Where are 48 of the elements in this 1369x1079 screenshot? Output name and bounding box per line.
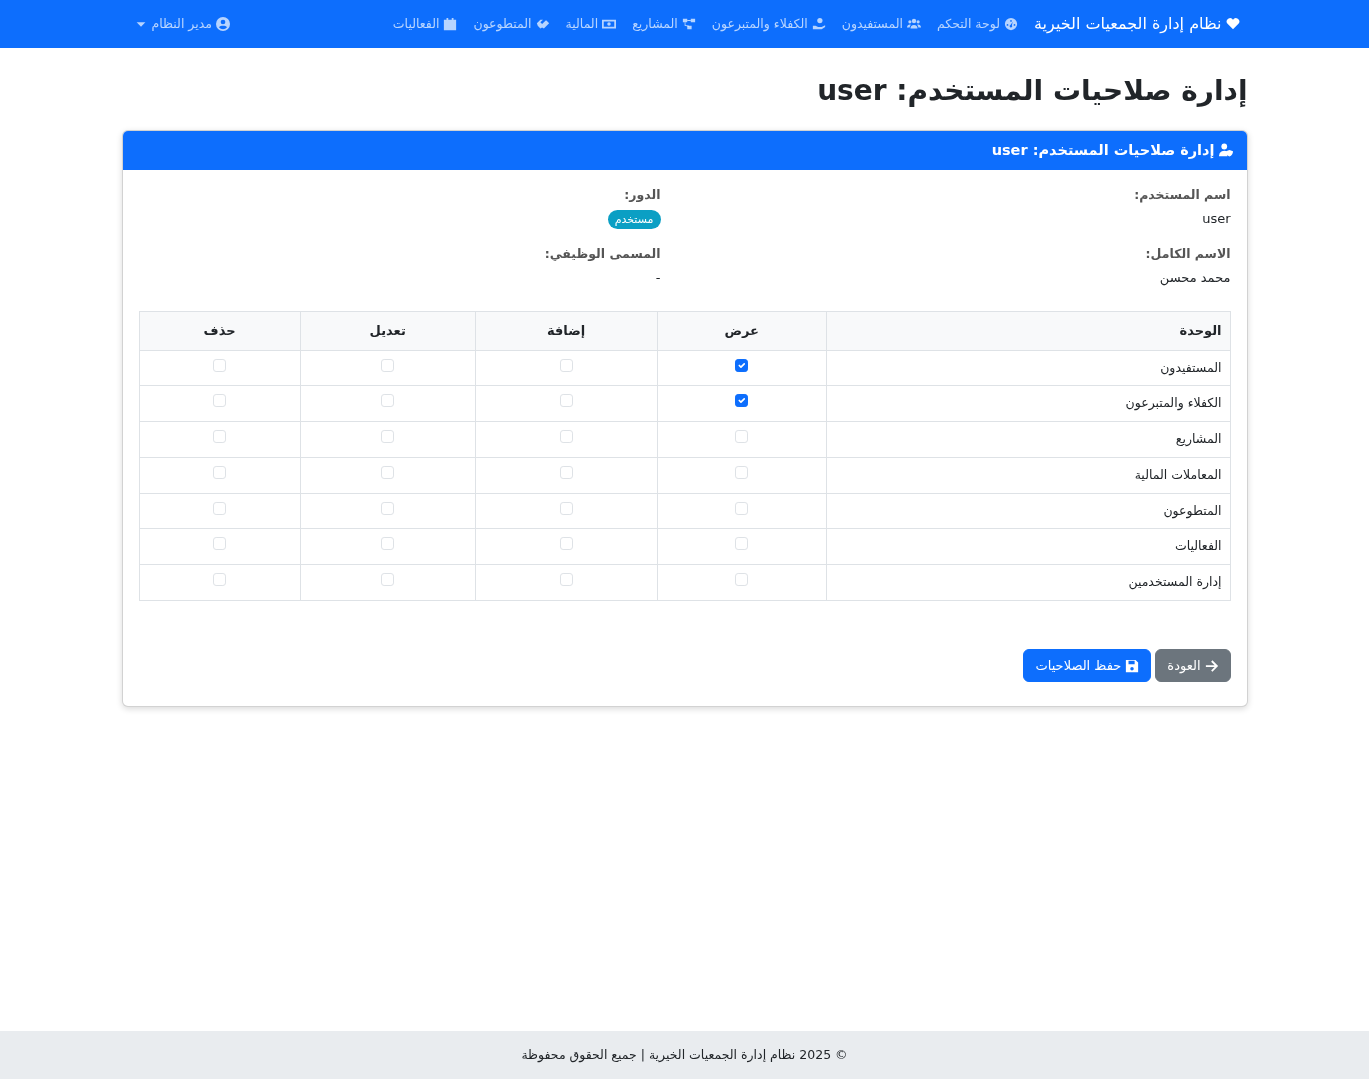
module-name: إدارة المستخدمين: [1128, 574, 1222, 590]
nav-link[interactable]: المستفيدون: [841, 14, 921, 34]
field-value: user: [1202, 210, 1231, 229]
field-label: الاسم الكامل:: [1144, 244, 1231, 263]
nav-link[interactable]: المتطوعون: [473, 14, 550, 34]
field-label: اسم المستخدم:: [1133, 186, 1231, 205]
heart-icon: [1225, 17, 1240, 31]
brand-link[interactable]: نظام إدارة الجمعيات الخيرية: [1034, 12, 1240, 36]
module-name: المتطوعون: [1163, 502, 1222, 518]
user-menu[interactable]: مدير النظام: [129, 14, 230, 34]
handshake-icon: [535, 17, 550, 31]
card-title: إدارة صلاحيات المستخدم: user: [991, 140, 1215, 161]
calendar-icon: [443, 17, 458, 31]
nav-link[interactable]: المشاريع: [632, 14, 696, 34]
nav-link[interactable]: الفعاليات: [392, 14, 458, 34]
field-value: -: [655, 268, 661, 287]
save-button[interactable]: حفظ الصلاحيات: [1023, 648, 1152, 683]
role-badge: مستخدم: [607, 210, 661, 229]
save-icon: [1125, 658, 1140, 673]
user-shield-icon: [1218, 143, 1233, 158]
diagram-icon: [681, 17, 696, 31]
gauge-icon: [1004, 17, 1019, 31]
column-header: إضافة: [546, 323, 586, 339]
nav-link[interactable]: المالية: [565, 14, 617, 34]
column-header: حذف: [203, 323, 236, 339]
footer-text: © 2025 نظام إدارة الجمعيات الخيرية | جميع الحقوق محفوظة: [521, 1045, 848, 1065]
users-icon: [907, 17, 921, 31]
module-name: المستفيدون: [1160, 359, 1222, 375]
arrow-icon: [1204, 658, 1219, 673]
user-icon: [215, 17, 230, 31]
page-title: إدارة صلاحيات المستخدم: user: [816, 74, 1248, 108]
permission-checkbox[interactable]: [735, 358, 749, 372]
hand-icon: [811, 17, 826, 31]
field-value: محمد محسن: [1159, 268, 1231, 288]
permission-checkbox[interactable]: [735, 394, 749, 408]
nav-link[interactable]: الكفلاء والمتبرعون: [711, 14, 826, 34]
column-header: تعديل: [369, 323, 406, 339]
field-label: المسمى الوظيفي:: [543, 244, 661, 263]
module-name: الكفلاء والمتبرعون: [1125, 395, 1222, 411]
module-name: المشاريع: [1175, 431, 1222, 447]
column-header: عرض: [724, 323, 759, 339]
nav-link[interactable]: لوحة التحكم: [937, 14, 1019, 34]
field-label: الدور:: [623, 186, 661, 205]
module-name: المعاملات المالية: [1134, 466, 1222, 482]
module-name: الفعاليات: [1174, 538, 1222, 554]
column-header: الوحدة: [1179, 323, 1222, 339]
back-button[interactable]: العودة: [1155, 648, 1231, 683]
money-icon: [602, 17, 617, 31]
